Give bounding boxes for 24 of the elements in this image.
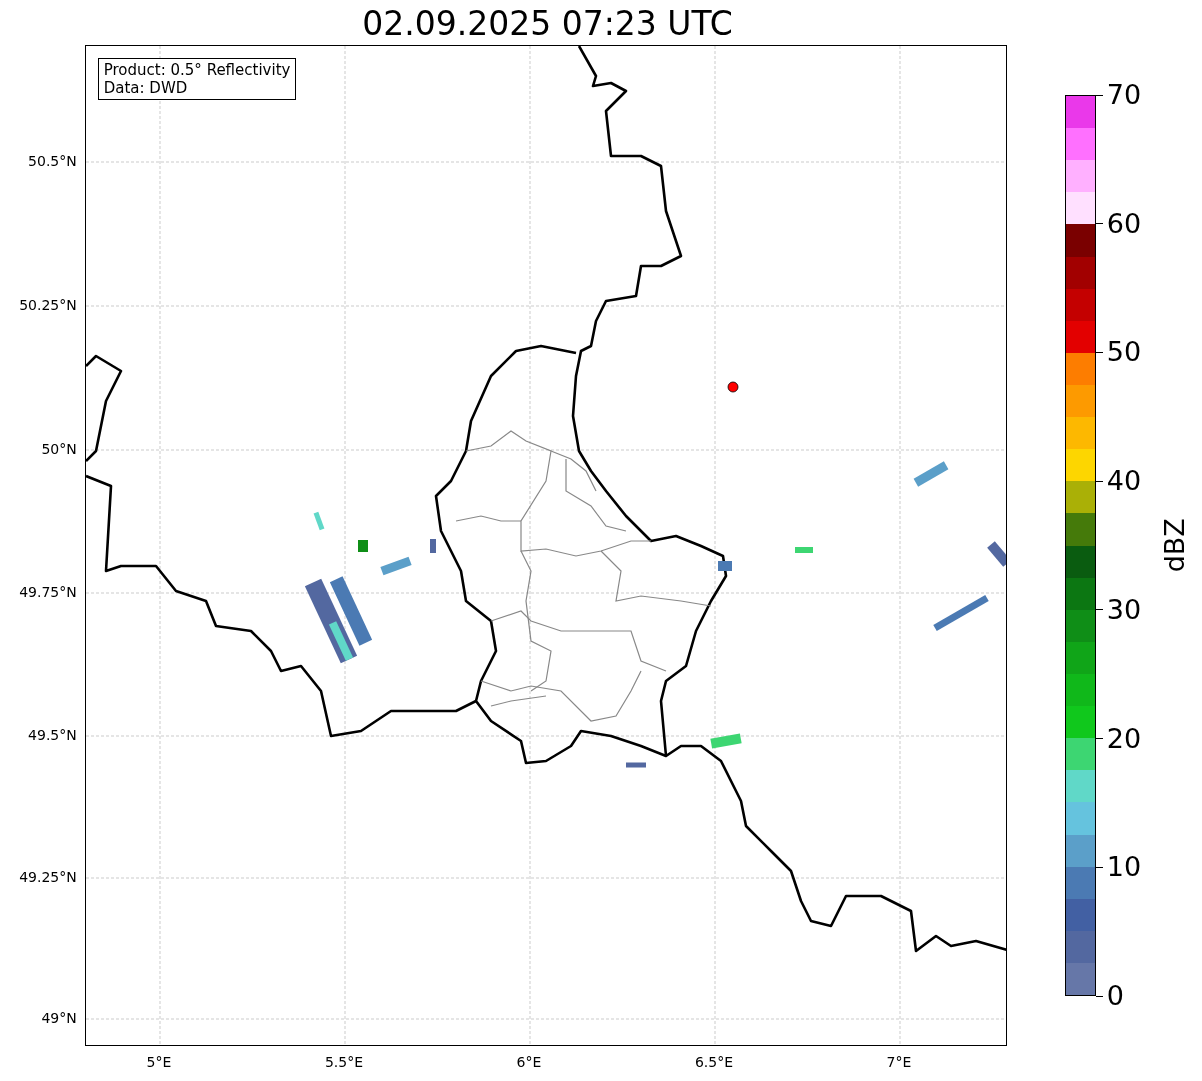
colorbar-tick-label: 40 <box>1106 466 1142 497</box>
colorbar-tick-label: 0 <box>1106 981 1124 1011</box>
chart-title: 02.09.2025 07:23 UTC <box>361 3 734 45</box>
info-box: Product: 0.5° Reflectivity Data: DWD <box>97 58 297 100</box>
colorbar-tick-label: 30 <box>1106 594 1142 625</box>
axis-tick-label: 49°N <box>41 1008 77 1028</box>
axis-tick-label: 49.75°N <box>19 582 77 602</box>
axis-tick-label: 6.5°E <box>694 1053 734 1072</box>
colorbar-label: dBZ <box>1157 518 1191 573</box>
axis-tick-label: 7°E <box>886 1053 912 1072</box>
axis-tick-label: 5.5°E <box>324 1053 364 1072</box>
colorbar-tick-label: 70 <box>1106 80 1142 110</box>
axis-tick-label: 6°E <box>516 1053 542 1072</box>
radar-site-marker <box>727 381 739 393</box>
axis-tick-label: 49.25°N <box>19 867 77 887</box>
axis-tick-label: 50°N <box>41 439 77 459</box>
colorbar-tick-label: 50 <box>1106 337 1142 368</box>
colorbar-tick-label: 60 <box>1106 208 1142 239</box>
colorbar-tick-label: 10 <box>1106 852 1142 883</box>
axis-tick-label: 49.5°N <box>28 725 77 745</box>
axis-tick-label: 50.5°N <box>28 151 77 171</box>
axis-tick-label: 5°E <box>146 1053 172 1072</box>
colorbar-tick-label: 20 <box>1106 723 1142 754</box>
axis-tick-label: 50.25°N <box>19 295 77 315</box>
